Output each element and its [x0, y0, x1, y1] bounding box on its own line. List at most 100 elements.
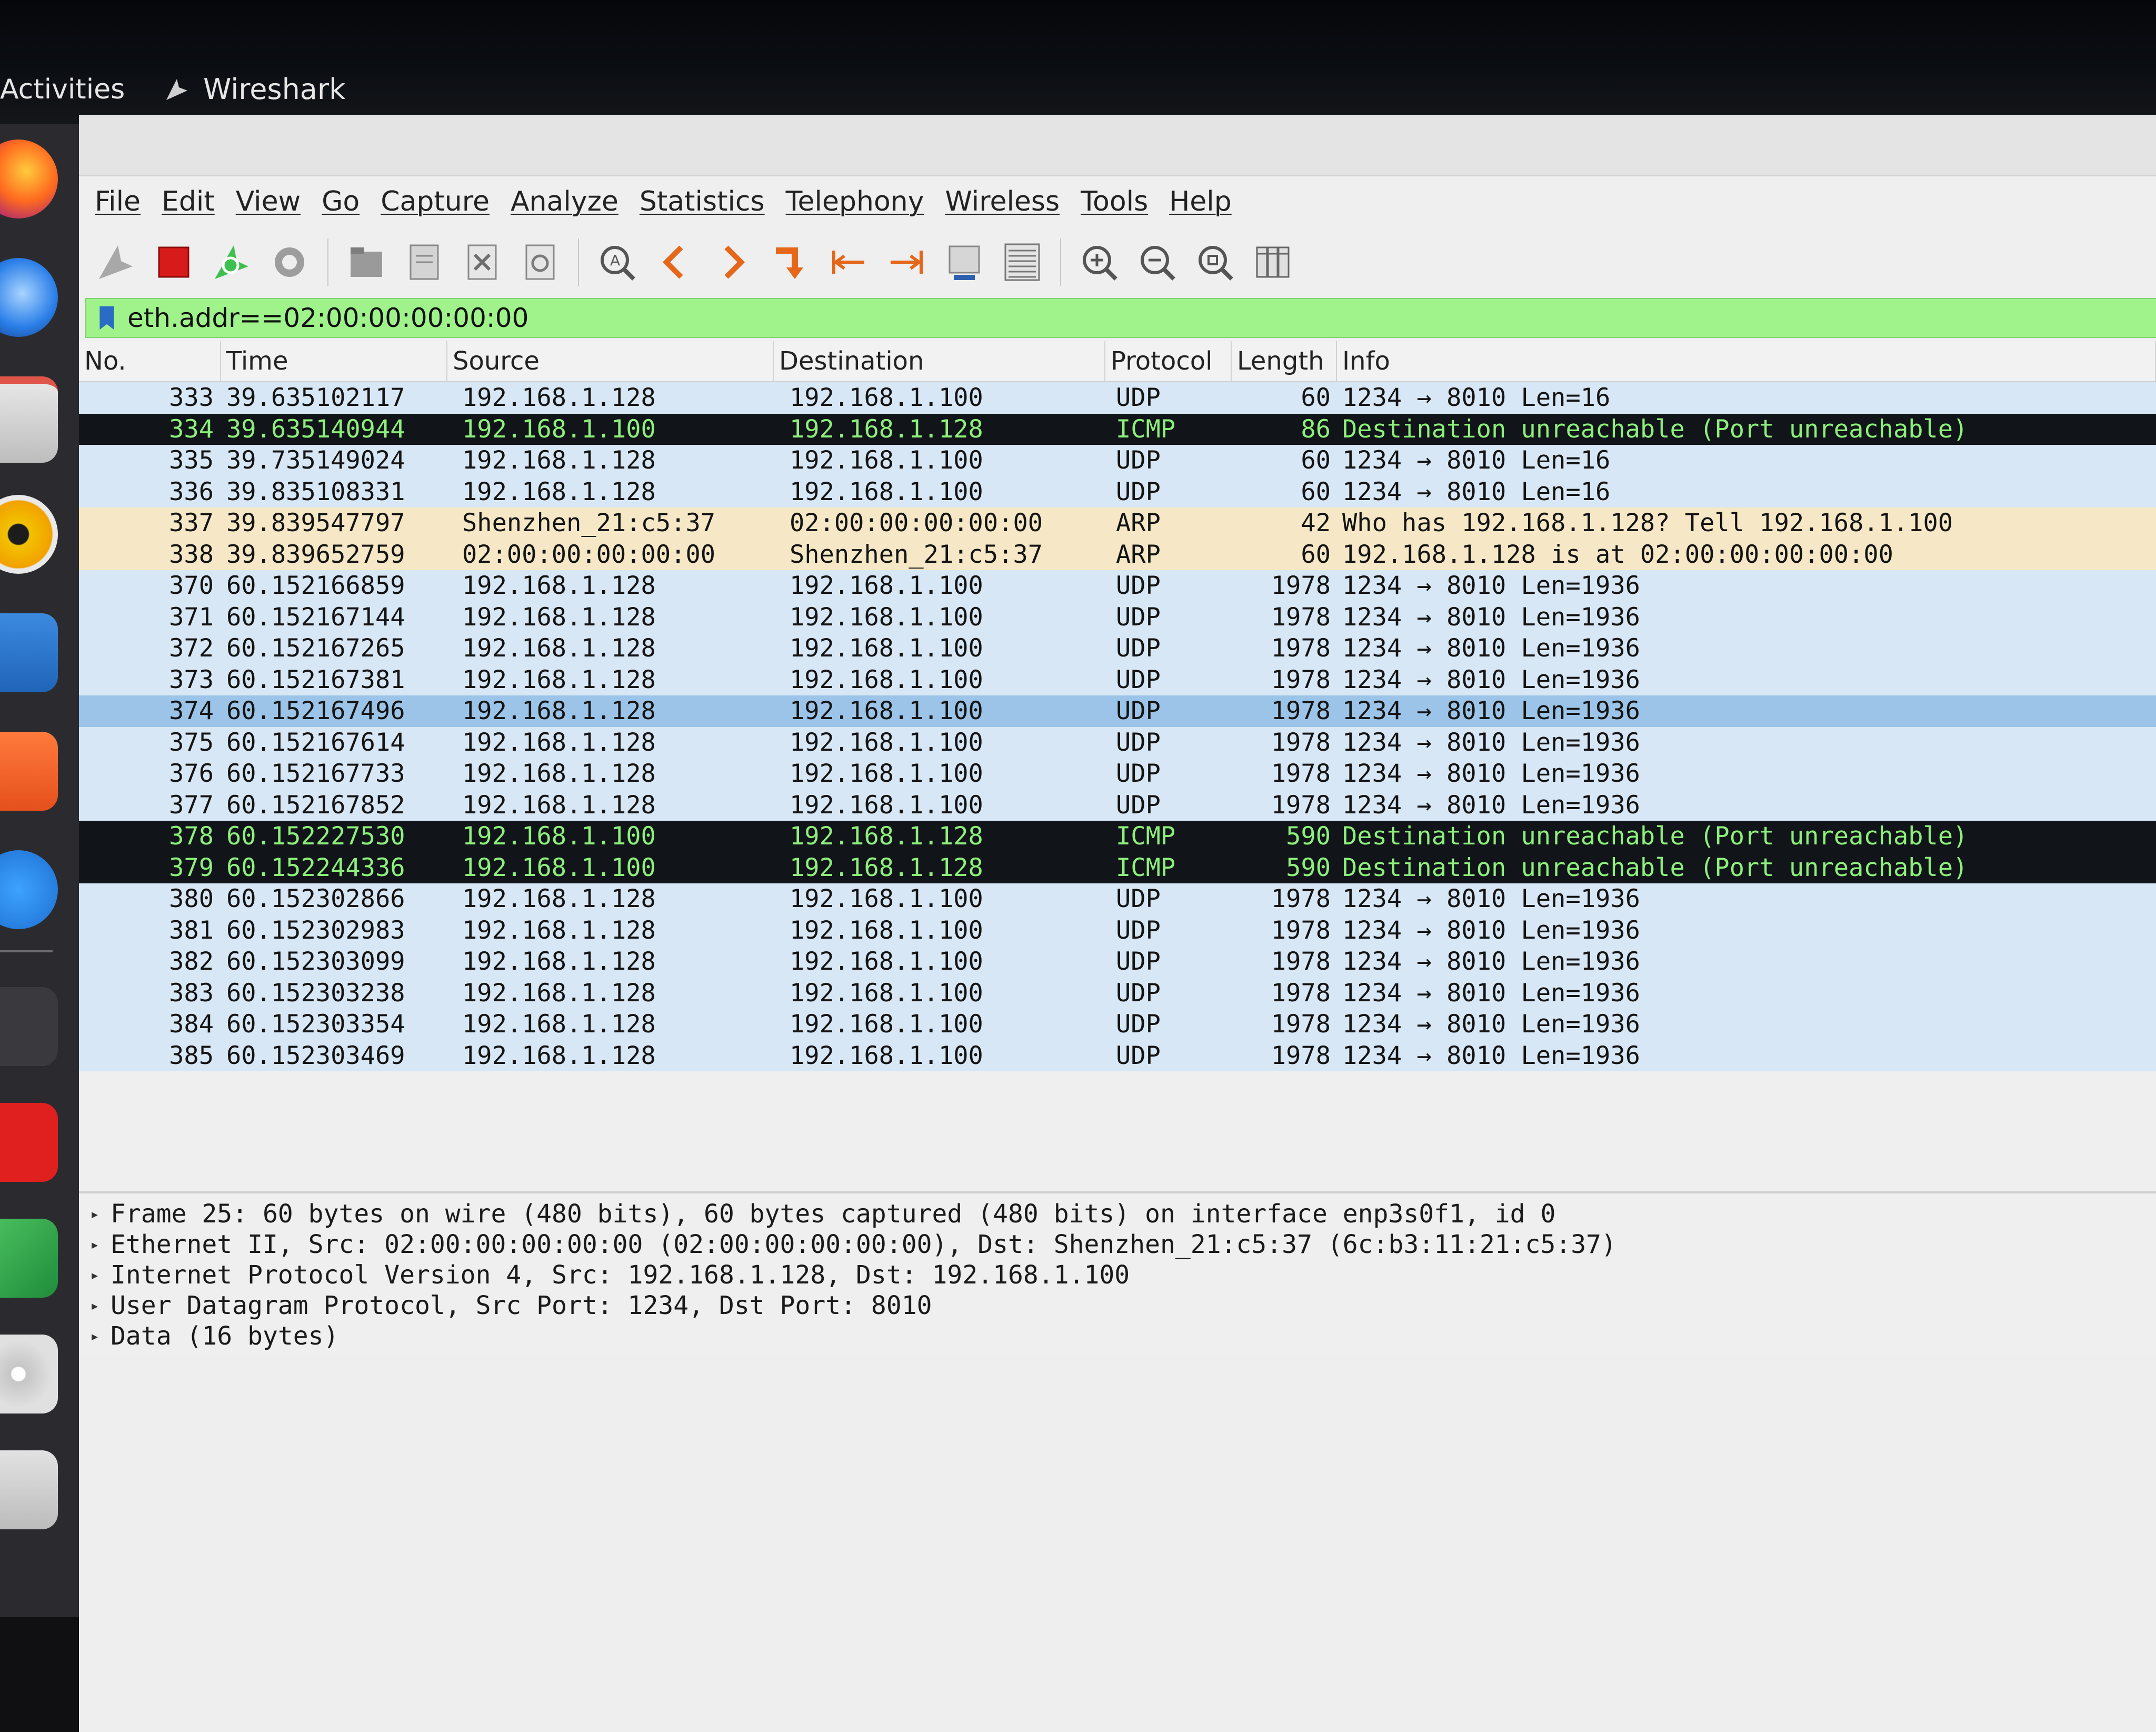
cell-info: 1234 → 8010 Len=1936	[1342, 602, 1640, 632]
packet-row[interactable]: 383 60.152303238 192.168.1.128 192.168.1.10…	[79, 977, 2156, 1009]
autoscroll-icon[interactable]	[938, 236, 991, 288]
column-header-length[interactable]: Length	[1232, 341, 1337, 381]
cell-no: 374	[169, 696, 214, 726]
optical-drive-icon[interactable]	[0, 1335, 58, 1414]
column-header-protocol[interactable]: Protocol	[1105, 341, 1232, 381]
restart-capture-icon[interactable]	[205, 236, 258, 288]
menu-statistics[interactable]: Statistics	[640, 186, 765, 217]
trash-icon[interactable]	[0, 1450, 58, 1529]
menu-capture[interactable]: Capture	[381, 186, 490, 217]
packet-row[interactable]: 379 60.152244336 192.168.1.100 192.168.1.12…	[79, 852, 2156, 883]
packet-row[interactable]: 338 39.839652759 02:00:00:00:00:00 Shenzhen…	[79, 539, 2156, 570]
menu-tools[interactable]: Tools	[1081, 186, 1148, 217]
packet-row[interactable]: 385 60.152303469 192.168.1.128 192.168.1.10…	[79, 1040, 2156, 1071]
terminal-icon[interactable]	[0, 987, 58, 1066]
menu-view[interactable]: View	[236, 186, 301, 217]
wireshark-icon[interactable]	[0, 1219, 58, 1298]
go-back-icon[interactable]	[648, 236, 701, 288]
menu-telephony[interactable]: Telephony	[786, 186, 924, 217]
dock-separator	[0, 950, 53, 952]
activities-button[interactable]: Activities	[0, 71, 125, 108]
start-capture-icon[interactable]	[89, 236, 142, 288]
go-to-packet-icon[interactable]	[764, 236, 817, 288]
packet-row[interactable]: 380 60.152302866 192.168.1.128 192.168.1.10…	[79, 883, 2156, 915]
column-header-info[interactable]: Info	[1337, 341, 2156, 381]
column-header-destination[interactable]: Destination	[774, 341, 1105, 381]
packet-row[interactable]: 376 60.152167733 192.168.1.128 192.168.1.10…	[79, 758, 2156, 790]
firefox-icon[interactable]	[0, 140, 58, 218]
column-header-no[interactable]: No.	[79, 341, 221, 381]
cell-destination: 192.168.1.100	[790, 634, 983, 663]
menu-file[interactable]: File	[95, 186, 141, 217]
writer-icon[interactable]	[0, 613, 58, 692]
toolbar-separator	[578, 238, 579, 286]
menu-help[interactable]: Help	[1169, 186, 1232, 217]
packet-row[interactable]: 375 60.152167614 192.168.1.128 192.168.1.10…	[79, 726, 2156, 758]
detail-row-frame[interactable]: ▸ Frame 25: 60 bytes on wire (480 bits),…	[79, 1199, 2156, 1229]
expand-arrow-icon[interactable]: ▸	[79, 1297, 111, 1315]
resize-columns-icon[interactable]	[1246, 236, 1299, 288]
packet-row[interactable]: 372 60.152167265 192.168.1.128 192.168.1.10…	[79, 633, 2156, 664]
cell-no: 334	[169, 414, 214, 444]
packet-row[interactable]: 335 39.735149024 192.168.1.128 192.168.1.10…	[79, 445, 2156, 476]
packet-row[interactable]: 378 60.152227530 192.168.1.100 192.168.1.12…	[79, 821, 2156, 852]
packet-row[interactable]: 384 60.152303354 192.168.1.128 192.168.1.10…	[79, 1009, 2156, 1040]
cell-info: 1234 → 8010 Len=1936	[1342, 728, 1640, 757]
packet-row[interactable]: 334 39.635140944 192.168.1.100 192.168.1.12…	[79, 413, 2156, 445]
red-app-icon[interactable]	[0, 1103, 58, 1182]
packet-row[interactable]: 371 60.152167144 192.168.1.128 192.168.1.10…	[79, 601, 2156, 633]
cell-source: 192.168.1.128	[462, 634, 656, 663]
save-file-icon[interactable]	[398, 236, 451, 288]
files-icon[interactable]	[0, 376, 58, 463]
normal-size-icon[interactable]	[1189, 236, 1241, 288]
packet-row[interactable]: 373 60.152167381 192.168.1.128 192.168.1.10…	[79, 664, 2156, 695]
cell-no: 382	[169, 947, 214, 977]
app-menu-wireshark[interactable]: Wireshark	[163, 71, 345, 108]
stop-capture-icon[interactable]	[147, 236, 200, 288]
packet-row[interactable]: 333 39.635102117 192.168.1.128 192.168.1.10…	[79, 382, 2156, 414]
packet-row[interactable]: 370 60.152166859 192.168.1.128 192.168.1.10…	[79, 570, 2156, 602]
close-file-icon[interactable]	[456, 236, 508, 288]
rhythmbox-icon[interactable]	[0, 495, 58, 574]
capture-options-icon[interactable]	[263, 236, 316, 288]
cell-time: 39.635102117	[226, 383, 405, 413]
colorize-icon[interactable]	[996, 236, 1049, 288]
cell-no: 380	[169, 884, 214, 914]
expand-arrow-icon[interactable]: ▸	[79, 1327, 111, 1346]
packet-row[interactable]: 374 60.152167496 192.168.1.128 192.168.1.10…	[79, 695, 2156, 727]
menu-wireless[interactable]: Wireless	[945, 186, 1060, 217]
menu-edit[interactable]: Edit	[162, 186, 215, 217]
detail-row-ipv4[interactable]: ▸ Internet Protocol Version 4, Src: 192.…	[79, 1260, 2156, 1290]
last-packet-icon[interactable]	[880, 236, 933, 288]
expand-arrow-icon[interactable]: ▸	[79, 1205, 111, 1223]
packet-row[interactable]: 382 60.152303099 192.168.1.128 192.168.1.10…	[79, 946, 2156, 978]
packet-row[interactable]: 377 60.152167852 192.168.1.128 192.168.1.10…	[79, 789, 2156, 821]
software-center-icon[interactable]	[0, 732, 58, 811]
expand-arrow-icon[interactable]: ▸	[79, 1266, 111, 1285]
zoom-in-icon[interactable]	[1073, 236, 1125, 288]
reload-file-icon[interactable]	[514, 236, 566, 288]
packet-row[interactable]: 381 60.152302983 192.168.1.128 192.168.1.10…	[79, 914, 2156, 946]
column-header-time[interactable]: Time	[221, 341, 447, 381]
packet-row[interactable]: 336 39.835108331 192.168.1.128 192.168.1.10…	[79, 476, 2156, 507]
help-icon[interactable]	[0, 850, 58, 929]
expand-arrow-icon[interactable]: ▸	[79, 1236, 111, 1254]
packet-row[interactable]: 337 39.839547797 Shenzhen_21:c5:37 02:00:00…	[79, 507, 2156, 539]
cell-time: 60.152303238	[226, 978, 405, 1008]
column-header-source[interactable]: Source	[447, 341, 774, 381]
cell-destination: 192.168.1.128	[790, 853, 983, 882]
thunderbird-icon[interactable]	[0, 258, 58, 337]
detail-row-ethernet[interactable]: ▸ Ethernet II, Src: 02:00:00:00:00:00 (0…	[79, 1229, 2156, 1260]
first-packet-icon[interactable]	[822, 236, 875, 288]
display-filter-input[interactable]	[127, 303, 2022, 333]
detail-row-data[interactable]: ▸ Data (16 bytes)	[79, 1321, 2156, 1351]
detail-row-udp[interactable]: ▸ User Datagram Protocol, Src Port: 1234…	[79, 1290, 2156, 1321]
cell-no: 384	[169, 1010, 214, 1039]
menu-analyze[interactable]: Analyze	[511, 186, 618, 217]
zoom-out-icon[interactable]	[1131, 236, 1183, 288]
go-forward-icon[interactable]	[706, 236, 759, 288]
open-file-icon[interactable]	[340, 236, 393, 288]
menu-go[interactable]: Go	[322, 186, 360, 217]
find-packet-icon[interactable]: A	[591, 236, 643, 288]
filter-bookmark-icon[interactable]	[94, 302, 120, 334]
